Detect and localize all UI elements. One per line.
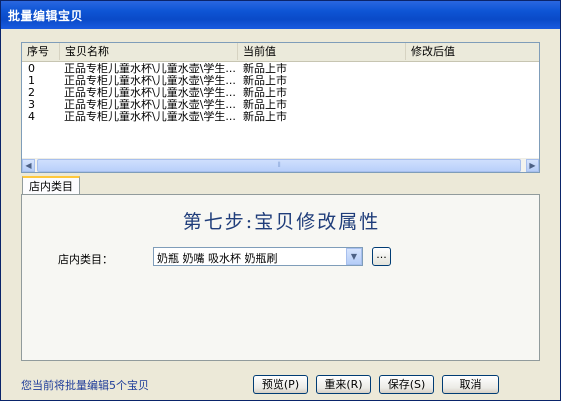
column-header-name[interactable]: 宝贝名称	[60, 43, 238, 60]
column-header-index[interactable]: 序号	[22, 43, 60, 60]
table-cell-name: 正品专柜儿童水杯\儿童水壶\学生...	[64, 111, 236, 123]
list-header: 序号 宝贝名称 当前值 修改后值	[22, 43, 539, 62]
column-header-new[interactable]: 修改后值	[406, 43, 539, 60]
table-cell-index: 3	[28, 99, 35, 111]
scroll-thumb[interactable]: ⦀	[37, 159, 521, 172]
table-row[interactable]: 1 正品专柜儿童水杯\儿童水壶\学生... 新品上市	[22, 75, 539, 87]
column-header-current[interactable]: 当前值	[238, 43, 406, 60]
item-list[interactable]: 序号 宝贝名称 当前值 修改后值 0 正品专柜儿童水杯\儿童水壶\学生... 新品上…	[21, 42, 540, 173]
table-cell-current: 新品上市	[243, 75, 287, 87]
table-row[interactable]: 3 正品专柜儿童水杯\儿童水壶\学生... 新品上市	[22, 99, 539, 111]
title-bar[interactable]: 批量编辑宝贝	[1, 1, 560, 29]
reset-button[interactable]: 重来(R)	[316, 375, 371, 394]
scroll-right-icon[interactable]: ▶	[526, 159, 539, 172]
table-cell-name: 正品专柜儿童水杯\儿童水壶\学生...	[64, 99, 236, 111]
table-cell-name: 正品专柜儿童水杯\儿童水壶\学生...	[64, 75, 236, 87]
table-cell-current: 新品上市	[243, 63, 287, 75]
category-label: 店内类目：	[58, 253, 113, 266]
table-row[interactable]: 0 正品专柜儿童水杯\儿童水壶\学生... 新品上市	[22, 63, 539, 75]
table-row[interactable]: 4 正品专柜儿童水杯\儿童水壶\学生... 新品上市	[22, 111, 539, 123]
scroll-left-icon[interactable]: ◀	[22, 159, 35, 172]
table-cell-index: 1	[28, 75, 35, 87]
table-cell-index: 0	[28, 63, 35, 75]
window-title: 批量编辑宝贝	[8, 9, 84, 23]
horizontal-scrollbar[interactable]: ◀ ⦀ ▶	[22, 158, 539, 172]
table-cell-name: 正品专柜儿童水杯\儿童水壶\学生...	[64, 87, 236, 99]
table-cell-index: 2	[28, 87, 35, 99]
status-text: 您当前将批量编辑5个宝贝	[21, 379, 149, 392]
cancel-button[interactable]: 取消	[442, 375, 499, 394]
category-value: 奶瓶 奶嘴 吸水杯 奶瓶刷	[157, 252, 278, 265]
table-cell-name: 正品专柜儿童水杯\儿童水壶\学生...	[64, 63, 236, 75]
chevron-down-icon[interactable]: ▼	[346, 248, 362, 265]
browse-button[interactable]: ...	[372, 247, 391, 266]
tab-store-category[interactable]: 店内类目	[22, 176, 80, 195]
category-select[interactable]: 奶瓶 奶嘴 吸水杯 奶瓶刷 ▼	[153, 247, 363, 266]
batch-edit-window: 批量编辑宝贝 序号 宝贝名称 当前值 修改后值 0 正品专柜儿童水杯\儿童水壶\学…	[0, 0, 561, 401]
save-button[interactable]: 保存(S)	[379, 375, 434, 394]
step-title: 第七步:宝贝修改属性	[182, 211, 381, 233]
preview-button[interactable]: 预览(P)	[253, 375, 308, 394]
table-cell-index: 4	[28, 111, 35, 123]
table-cell-current: 新品上市	[243, 99, 287, 111]
table-cell-current: 新品上市	[243, 87, 287, 99]
table-cell-current: 新品上市	[243, 111, 287, 123]
table-row[interactable]: 2 正品专柜儿童水杯\儿童水壶\学生... 新品上市	[22, 87, 539, 99]
